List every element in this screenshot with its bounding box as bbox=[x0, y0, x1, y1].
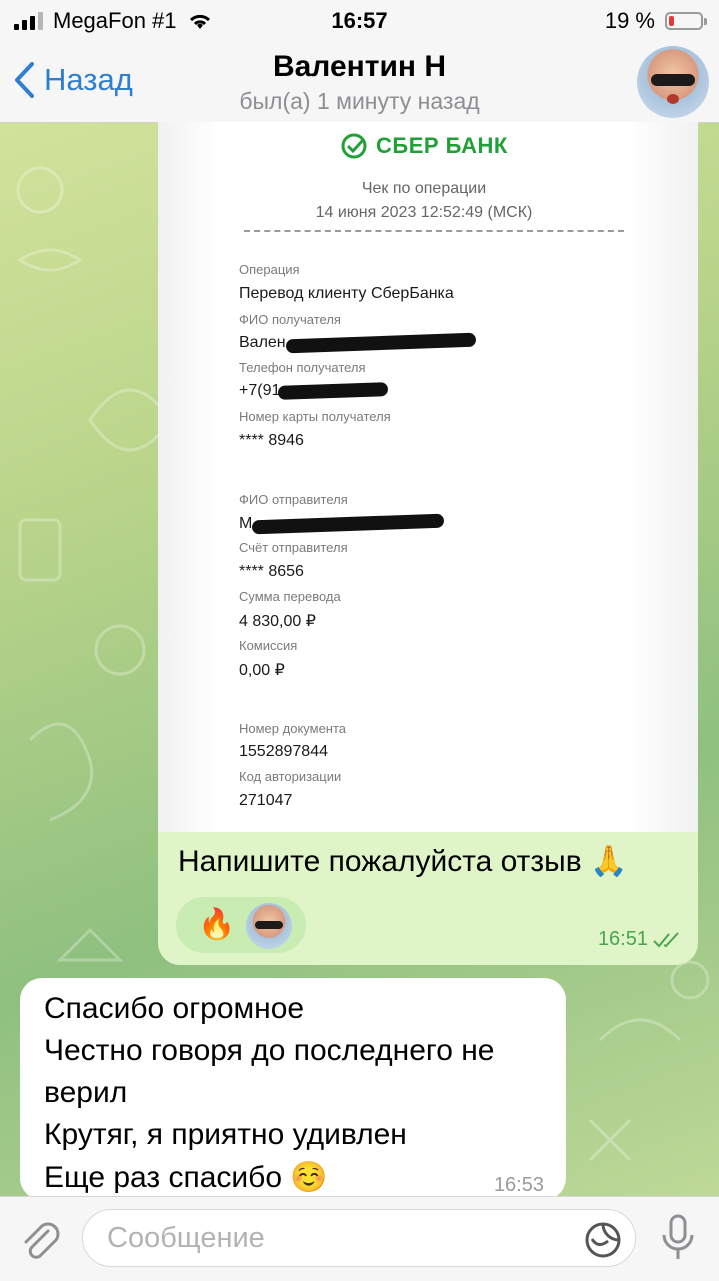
sender-account-label: Счёт отправителя bbox=[239, 540, 348, 555]
recipient-name-label: ФИО получателя bbox=[239, 312, 341, 327]
microphone-icon bbox=[662, 1214, 694, 1259]
recipient-phone-label: Телефон получателя bbox=[239, 360, 366, 375]
contact-avatar[interactable] bbox=[637, 46, 709, 118]
sber-check-icon bbox=[341, 133, 367, 159]
status-bar: MegaFon #1 16:57 19 % bbox=[0, 0, 719, 40]
outgoing-message-text: Напишите пожалуйста отзыв 🙏 bbox=[178, 845, 628, 878]
receipt-image[interactable]: СБЕР БАНК Чек по операции 14 июня 2023 1… bbox=[158, 122, 698, 832]
auth-code-value: 271047 bbox=[239, 792, 293, 809]
receipt-heading: Чек по операции bbox=[361, 180, 487, 197]
attach-button[interactable] bbox=[18, 1217, 64, 1268]
fee-value: 0,00 ₽ bbox=[239, 662, 285, 679]
recipient-card-label: Номер карты получателя bbox=[239, 409, 391, 424]
doc-number-label: Номер документа bbox=[239, 721, 347, 736]
outgoing-message-meta: 16:51 bbox=[598, 928, 682, 951]
sberbank-logo: СБЕР БАНК bbox=[340, 132, 508, 160]
message-composer bbox=[0, 1196, 719, 1281]
amount-value: 4 830,00 ₽ bbox=[239, 613, 316, 630]
incoming-message-line: Честно говоря до последнего не bbox=[44, 1034, 495, 1067]
sender-account-value: **** 8656 bbox=[239, 563, 304, 580]
sticker-button[interactable] bbox=[584, 1221, 622, 1264]
incoming-message-line: Спасибо огромное bbox=[44, 992, 305, 1025]
operation-label: Операция bbox=[239, 262, 300, 277]
paperclip-icon bbox=[24, 1222, 60, 1259]
voice-message-button[interactable] bbox=[660, 1213, 696, 1268]
reactor-avatar bbox=[246, 903, 292, 949]
operation-value: Перевод клиенту СберБанка bbox=[239, 285, 454, 302]
incoming-message-bubble[interactable]: Спасибо огромное Честно говоря до послед… bbox=[20, 978, 566, 1200]
auth-code-label: Код авторизации bbox=[239, 769, 342, 784]
amount-label: Сумма перевода bbox=[239, 589, 341, 604]
contact-name[interactable]: Валентин Н bbox=[0, 50, 719, 84]
sender-name-label: ФИО отправителя bbox=[239, 492, 348, 507]
message-input[interactable] bbox=[82, 1209, 636, 1267]
receipt-datetime: 14 июня 2023 12:52:49 (МСК) bbox=[315, 204, 533, 221]
doc-number-value: 1552897844 bbox=[239, 743, 328, 760]
sticker-icon bbox=[585, 1222, 621, 1258]
incoming-message-line: верил bbox=[44, 1076, 128, 1109]
reactions-row[interactable]: 🔥 bbox=[176, 897, 306, 953]
recipient-phone-value: +7(91 bbox=[239, 382, 281, 399]
outgoing-message-bubble[interactable]: СБЕР БАНК Чек по операции 14 июня 2023 1… bbox=[158, 122, 698, 965]
double-check-icon bbox=[653, 931, 679, 947]
fee-label: Комиссия bbox=[239, 638, 298, 653]
battery-icon bbox=[665, 12, 707, 30]
outgoing-message-time: 16:51 bbox=[597, 928, 648, 950]
fire-reaction-icon: 🔥 bbox=[198, 908, 236, 941]
bank-name: СБЕР БАНК bbox=[376, 133, 508, 158]
last-seen-status: был(а) 1 минуту назад bbox=[239, 88, 480, 114]
incoming-message-line: Крутяг, я приятно удивлен bbox=[44, 1118, 407, 1151]
receipt-divider bbox=[244, 230, 624, 232]
recipient-card-value: **** 8946 bbox=[239, 432, 304, 449]
sender-name-value: М bbox=[239, 515, 253, 532]
chat-header: Назад Валентин Н был(а) 1 минуту назад bbox=[0, 40, 719, 123]
incoming-message-time: 16:53 bbox=[493, 1174, 544, 1196]
battery-percent: 19 % bbox=[604, 8, 655, 33]
incoming-message-line: Еще раз спасибо ☺️ bbox=[44, 1161, 328, 1194]
recipient-name-value: Вален bbox=[239, 334, 286, 351]
